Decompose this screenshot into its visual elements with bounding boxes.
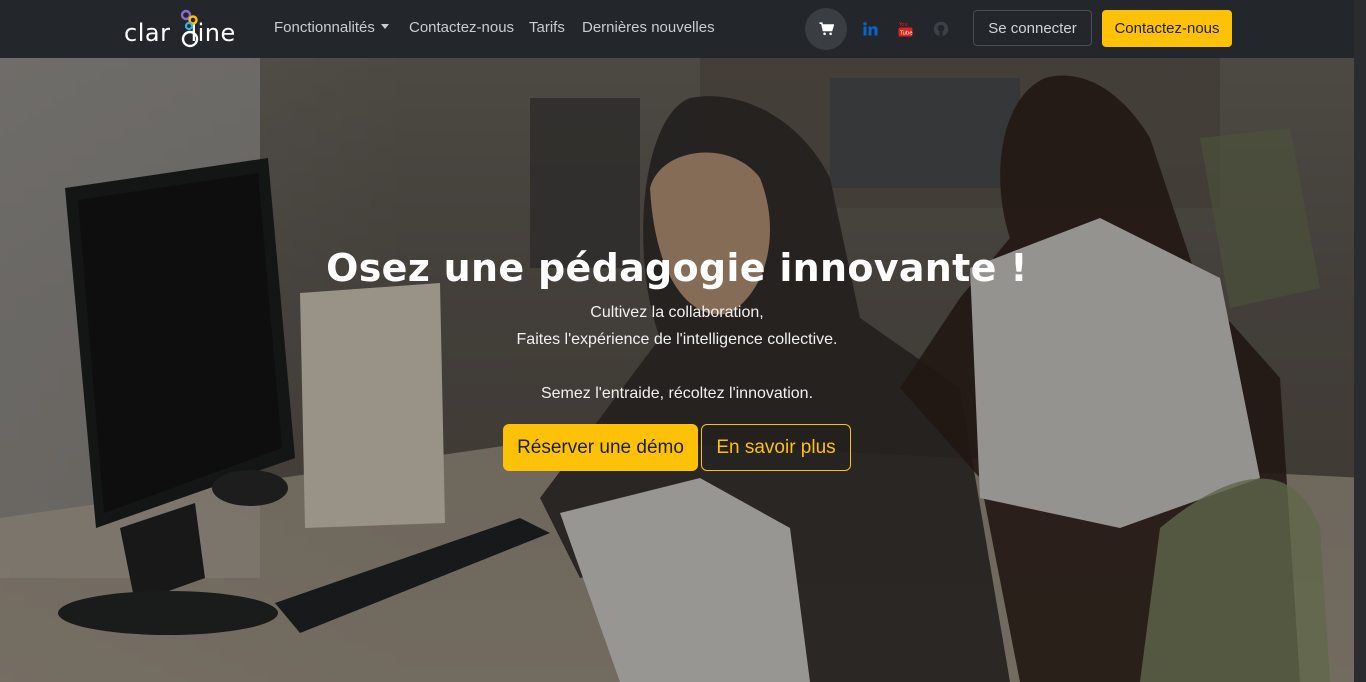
youtube-icon: You Tube [898, 22, 913, 37]
nav-news-link[interactable]: Dernières nouvelles [582, 19, 715, 36]
github-link[interactable] [933, 19, 949, 39]
hero-dark-overlay [0, 58, 1366, 682]
logo-rings-icon [180, 9, 199, 48]
svg-text:You: You [898, 22, 908, 28]
nav-contact-link[interactable]: Contactez-nous [409, 19, 514, 36]
book-demo-button[interactable]: Réserver une démo [503, 424, 698, 471]
linkedin-link[interactable] [863, 19, 878, 39]
hero-tagline-3: Semez l'entraide, récoltez l'innovation. [540, 385, 814, 402]
chevron-down-icon [380, 24, 389, 29]
nav-features-dropdown[interactable]: Fonctionnalités [274, 19, 389, 36]
claroline-logo[interactable]: clar line [124, 8, 242, 50]
hero-tagline-1: Cultivez la collaboration, [590, 304, 764, 321]
svg-text:Tube: Tube [899, 31, 913, 37]
cart-button[interactable] [805, 8, 847, 50]
page-scrollbar[interactable] [1354, 0, 1366, 682]
nav-pricing-link[interactable]: Tarifs [529, 19, 565, 36]
hero-section: Osez une pédagogie innovante ! Cultivez … [0, 58, 1366, 682]
hero-tagline-2: Faites l'expérience de l'intelligence co… [516, 331, 838, 348]
youtube-link[interactable]: You Tube [898, 19, 913, 39]
github-icon [933, 21, 949, 37]
login-button[interactable]: Se connecter [973, 10, 1092, 46]
top-navbar: clar line Fonctionnalités Contactez-nous … [0, 0, 1366, 58]
learn-more-button[interactable]: En savoir plus [701, 424, 851, 471]
contact-button[interactable]: Contactez-nous [1102, 10, 1232, 47]
hero-title: Osez une pédagogie innovante ! [326, 246, 1028, 290]
cart-icon [819, 22, 834, 36]
linkedin-icon [863, 22, 878, 36]
